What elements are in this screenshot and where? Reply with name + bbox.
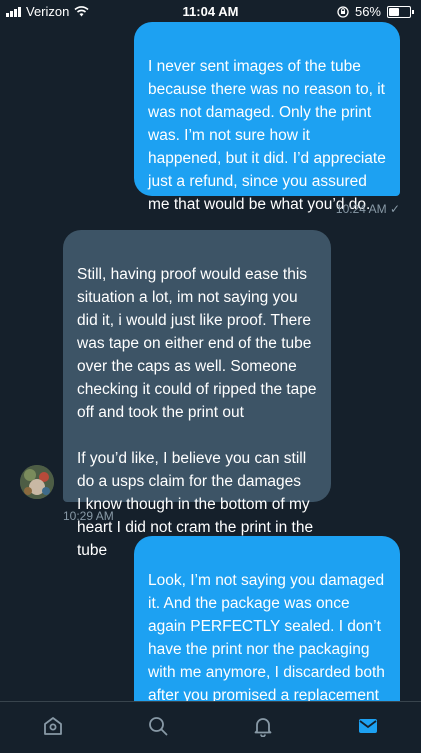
avatar[interactable] bbox=[20, 465, 54, 499]
battery-percent: 56% bbox=[354, 4, 381, 19]
message-text: I never sent images of the tube because … bbox=[148, 58, 386, 213]
home-icon bbox=[43, 717, 62, 735]
messages-icon bbox=[359, 719, 378, 733]
message-timestamp: 10:24 AM ✓ bbox=[335, 202, 400, 216]
search-icon bbox=[148, 717, 168, 736]
message-bubble-outgoing[interactable]: I never sent images of the tube because … bbox=[134, 22, 400, 213]
tab-search[interactable] bbox=[138, 706, 178, 746]
notifications-icon bbox=[254, 718, 272, 737]
tab-bar bbox=[0, 701, 421, 750]
tab-messages[interactable] bbox=[348, 706, 388, 746]
orientation-lock-icon bbox=[337, 5, 349, 18]
status-bar: Verizon 11:04 AM 56% bbox=[0, 0, 421, 22]
status-right: 56% bbox=[337, 4, 414, 19]
tab-notifications[interactable] bbox=[243, 706, 283, 746]
battery-fill bbox=[389, 7, 399, 16]
tab-home[interactable] bbox=[33, 706, 73, 746]
avatar-image bbox=[20, 465, 54, 499]
message-timestamp: 10:29 AM bbox=[63, 509, 114, 523]
battery-icon bbox=[387, 5, 414, 18]
message-bubble-outgoing[interactable]: Look, I’m not saying you damaged it. And… bbox=[134, 536, 400, 750]
message-bubble-incoming[interactable]: Still, having proof would ease this situ… bbox=[63, 230, 331, 559]
